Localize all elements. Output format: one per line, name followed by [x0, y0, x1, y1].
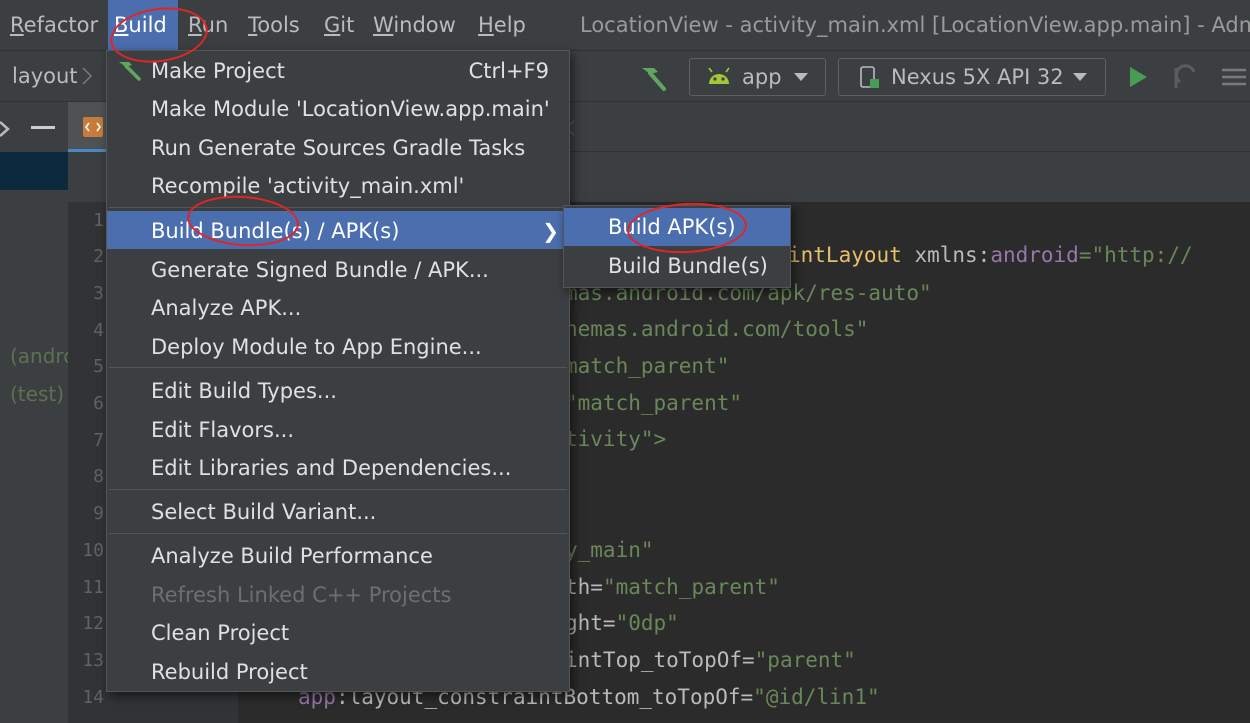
xml-file-icon	[83, 117, 103, 137]
line-number: 7	[93, 430, 104, 451]
menu-window[interactable]: Window	[367, 0, 462, 50]
code-string: ="http://	[1078, 243, 1193, 267]
code-attr: ght=	[565, 611, 616, 635]
line-number: 6	[93, 393, 104, 414]
menu-item-run-generate-sources[interactable]: Run Generate Sources Gradle Tasks	[107, 130, 569, 167]
line-number: 8	[93, 466, 104, 487]
menu-item-analyze-build-performance[interactable]: Analyze Build Performance	[107, 538, 569, 575]
code-line-13: intTop_toTopOf="parent"	[565, 648, 856, 672]
code-string: "match_parent"	[602, 575, 780, 599]
list-icon[interactable]	[1218, 66, 1248, 90]
line-number: 11	[82, 577, 104, 598]
menu-item-edit-libraries[interactable]: Edit Libraries and Dependencies...	[107, 450, 569, 487]
menu-item-recompile[interactable]: Recompile 'activity_main.xml'	[107, 168, 569, 205]
menu-window-mnemonic: W	[373, 13, 394, 37]
menu-item-clean-project[interactable]: Clean Project	[107, 615, 569, 652]
minimize-icon[interactable]	[31, 126, 55, 129]
menu-item-rebuild-project[interactable]: Rebuild Project	[107, 654, 569, 691]
menu-item-select-build-variant[interactable]: Select Build Variant...	[107, 494, 569, 531]
menu-item-refresh-linked-cpp: Refresh Linked C++ Projects	[151, 583, 452, 607]
window-title: LocationView - activity_main.xml [Locati…	[580, 13, 1250, 37]
code-line-10: y_main"	[565, 538, 654, 562]
panel-settings-icon[interactable]	[0, 116, 12, 142]
menu-item-deploy-app-engine[interactable]: Deploy Module to App Engine...	[107, 329, 569, 366]
breadcrumb[interactable]: layout	[12, 50, 78, 102]
line-number: 4	[93, 320, 104, 341]
device-select[interactable]: Nexus 5X API 32	[838, 58, 1106, 96]
line-number: 3	[93, 283, 104, 304]
menu-help-label: elp	[493, 13, 526, 37]
menu-refactor-label: efactor	[23, 13, 99, 37]
code-line-6: "match_parent"	[565, 391, 743, 415]
code-line-7: tivity">	[565, 427, 667, 451]
chevron-down-icon	[794, 73, 808, 81]
code-attr: intTop_toTopOf=	[565, 648, 755, 672]
code-string: "@id/lin1"	[753, 685, 880, 709]
device-label: Nexus 5X API 32	[891, 65, 1064, 89]
code-attr: th=	[565, 575, 603, 599]
menu-refactor-mnemonic: R	[10, 13, 24, 37]
build-menu: Make Project Ctrl+F9 Make Module 'Locatio…	[106, 50, 570, 692]
code-line-12: ght="0dp"	[565, 611, 679, 635]
menu-item-generate-signed[interactable]: Generate Signed Bundle / APK...	[107, 252, 569, 289]
line-number: 13	[82, 650, 104, 671]
menu-tools-label: ools	[257, 13, 300, 37]
code-namespace: android	[990, 243, 1079, 267]
code-attr: xmlns:	[901, 243, 991, 267]
line-number: 14	[82, 687, 104, 708]
chevron-down-icon	[1073, 73, 1087, 81]
menu-item-analyze-apk[interactable]: Analyze APK...	[107, 290, 569, 327]
line-number: 10	[82, 540, 104, 561]
line-number: 9	[93, 503, 104, 524]
code-line-2: intLayout xmlns:android="http://	[788, 243, 1193, 267]
menu-item-edit-build-types[interactable]: Edit Build Types...	[107, 373, 569, 410]
code-string: "parent"	[754, 648, 856, 672]
menu-git-label: it	[340, 13, 355, 37]
project-selection-highlight	[0, 152, 68, 190]
menu-git[interactable]: Git	[318, 0, 360, 50]
line-number: 1	[93, 210, 104, 231]
run-icon[interactable]	[1126, 64, 1150, 90]
menu-separator	[109, 533, 567, 534]
line-number: 12	[82, 613, 104, 634]
tree-label-test[interactable]: (test)	[10, 382, 64, 406]
run-config-select[interactable]: app	[689, 58, 826, 96]
code-line-5: match_parent"	[565, 354, 730, 378]
breadcrumb-chevron-icon	[82, 67, 93, 85]
hammer-icon[interactable]	[636, 62, 670, 92]
tree-label-android[interactable]: (andro	[10, 344, 75, 368]
menu-item-edit-flavors[interactable]: Edit Flavors...	[107, 412, 569, 449]
menu-git-mnemonic: G	[324, 13, 341, 37]
line-number: 2	[93, 246, 104, 267]
menu-item-make-module[interactable]: Make Module 'LocationView.app.main'	[107, 91, 569, 128]
menu-help[interactable]: Help	[472, 0, 532, 50]
menu-separator	[109, 367, 567, 368]
submenu-arrow-icon: ❯	[542, 219, 559, 243]
code-line-4: nemas.android.com/tools"	[565, 317, 869, 341]
project-panel	[0, 102, 68, 723]
menu-separator	[109, 207, 567, 208]
menu-refactor[interactable]: Refactor	[4, 0, 104, 50]
shortcut-label: Ctrl+F9	[468, 59, 549, 83]
android-icon	[708, 67, 730, 84]
menu-separator	[109, 489, 567, 490]
menu-tools-mnemonic: T	[248, 13, 258, 37]
code-tag: intLayout	[788, 243, 902, 267]
code-line-11: th="match_parent"	[565, 575, 780, 599]
menu-item-build-bundle-apk[interactable]: Build Bundle(s) / APK(s) ❯	[107, 211, 569, 249]
code-string: "0dp"	[615, 611, 679, 635]
line-number: 5	[93, 356, 104, 377]
menu-window-label: indow	[393, 13, 456, 37]
menu-tools[interactable]: Tools	[242, 0, 306, 50]
apply-changes-icon[interactable]	[1170, 62, 1200, 92]
menu-help-mnemonic: H	[478, 13, 494, 37]
menu-item-label: Make Project	[151, 59, 285, 83]
run-config-label: app	[742, 65, 782, 89]
device-icon	[860, 66, 879, 88]
